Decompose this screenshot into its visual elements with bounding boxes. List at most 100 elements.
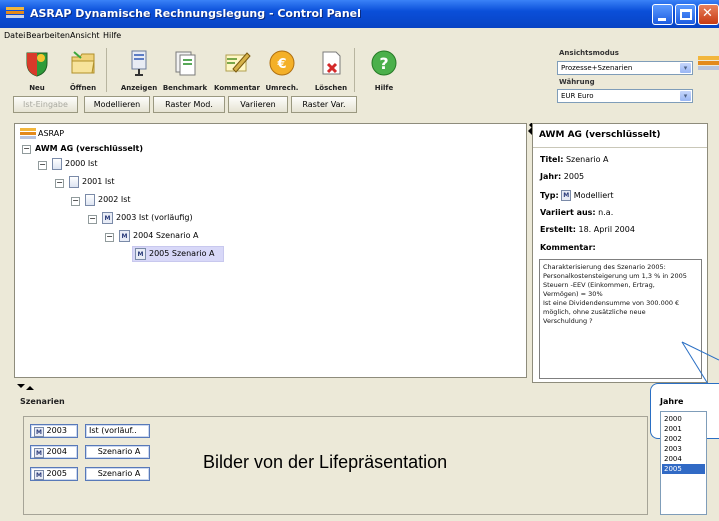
presentation-caption: Bilder von der Lifepräsentation — [203, 452, 448, 472]
close-icon: ✕ — [702, 6, 713, 21]
help-icon: ? — [371, 50, 397, 76]
open-folder-icon — [71, 51, 95, 74]
scenario-name-2003[interactable]: Ist (vorläuf.. — [85, 424, 150, 438]
title-bar: ASRAP Dynamische Rechnungslegung - Contr… — [0, 0, 719, 28]
tree-node-2001[interactable]: 2001 Ist — [82, 175, 115, 189]
collapse-icon[interactable]: − — [38, 161, 47, 170]
years-list-item[interactable]: 2000 — [662, 414, 705, 424]
menu-hilfe[interactable]: Hilfe — [103, 31, 121, 40]
minimize-icon — [658, 18, 666, 21]
years-list-item[interactable]: 2003 — [662, 444, 705, 454]
info-year-row: Jahr: 2005 — [540, 172, 584, 181]
scenario-year-2003[interactable]: M 2003 — [30, 424, 78, 438]
tree-node-2005[interactable]: 2005 Szenario A — [149, 247, 215, 261]
model-icon: M — [102, 212, 113, 224]
tree-company-node[interactable]: AWM AG (verschlüsselt) — [35, 142, 143, 156]
created-value: 18. April 2004 — [578, 225, 635, 234]
chevron-down-icon: ▾ — [680, 63, 691, 73]
maximize-button[interactable] — [675, 4, 696, 25]
currency-select[interactable]: EUR Euro ▾ — [557, 89, 693, 103]
type-label: Typ: — [540, 191, 559, 200]
years-list-item[interactable]: 2004 — [662, 454, 705, 464]
collapse-icon[interactable]: − — [88, 215, 97, 224]
tree-root[interactable]: ASRAP — [38, 127, 64, 141]
document-icon — [69, 176, 79, 188]
ist-eingabe-button[interactable]: Ist-Eingabe — [13, 96, 78, 113]
currency-value: EUR Euro — [561, 92, 594, 100]
model-icon: M — [135, 248, 146, 260]
delete-button[interactable]: Löschen — [315, 49, 347, 95]
years-list-item[interactable]: 2001 — [662, 424, 705, 434]
model-icon: M — [34, 448, 44, 458]
model-icon: M — [34, 427, 44, 437]
year-label: Jahr: — [540, 172, 562, 181]
scenario-year-2005[interactable]: M 2005 — [30, 467, 78, 481]
open-button[interactable]: Öffnen — [68, 49, 98, 95]
collapse-icon[interactable]: − — [22, 145, 31, 154]
info-varied-row: Variiert aus: n.a. — [540, 208, 613, 217]
varied-value: n.a. — [598, 208, 614, 217]
info-type-row: Typ: M Modelliert — [540, 190, 614, 201]
scenario-name-2005[interactable]: Szenario A — [85, 467, 150, 481]
menu-bearbeiten[interactable]: Bearbeiten — [26, 31, 70, 40]
scenario-name-2004[interactable]: Szenario A — [85, 445, 150, 459]
type-value: Modelliert — [573, 191, 614, 200]
tree-node-2000[interactable]: 2000 Ist — [65, 157, 98, 171]
menu-bar: Datei Bearbeiten Ansicht Hilfe — [0, 28, 719, 44]
info-comment-row: Kommentar: — [540, 243, 596, 252]
model-icon: M — [34, 470, 44, 480]
window-title: ASRAP Dynamische Rechnungslegung - Contr… — [30, 7, 361, 20]
collapse-icon[interactable]: − — [55, 179, 64, 188]
help-button[interactable]: ? Hilfe — [369, 49, 399, 95]
asrap-logo-icon — [20, 128, 36, 139]
view-mode-label: Ansichtsmodus — [559, 49, 619, 57]
year-value: 2005 — [563, 172, 585, 181]
scenario-year-label: 2003 — [46, 426, 67, 435]
convert-button[interactable]: € Umrech. — [266, 49, 298, 95]
variieren-button[interactable]: Variieren — [228, 96, 288, 113]
horizontal-splitter[interactable] — [14, 383, 708, 391]
scenario-year-2004[interactable]: M 2004 — [30, 445, 78, 459]
menu-datei[interactable]: Datei — [4, 31, 25, 40]
scenario-year-label: 2004 — [46, 447, 67, 456]
years-title: Jahre — [660, 397, 684, 406]
collapse-icon[interactable]: − — [71, 197, 80, 206]
info-title-row: Titel: Szenario A — [540, 155, 609, 164]
years-list-item-selected[interactable]: 2005 — [662, 464, 705, 474]
scenario-year-label: 2005 — [46, 469, 67, 478]
years-list-item[interactable]: 2002 — [662, 434, 705, 444]
raster-mod-button[interactable]: Raster Mod. — [153, 96, 225, 113]
delete-icon — [322, 51, 341, 75]
minimize-button[interactable] — [652, 4, 673, 25]
collapse-icon[interactable]: − — [105, 233, 114, 242]
callout-pointer — [681, 341, 719, 385]
tree-node-2004[interactable]: 2004 Szenario A — [133, 229, 199, 243]
toolbar: Neu Öffnen Anzeigen Benchmark Kommentar … — [0, 44, 719, 120]
menu-ansicht[interactable]: Ansicht — [70, 31, 100, 40]
view-mode-value: Prozesse+Szenarien — [561, 64, 633, 72]
application-window: ASRAP Dynamische Rechnungslegung - Contr… — [0, 0, 719, 521]
view-mode-select[interactable]: Prozesse+Szenarien ▾ — [557, 61, 693, 75]
raster-var-button[interactable]: Raster Var. — [291, 96, 357, 113]
tree-node-2003[interactable]: 2003 Ist (vorläufig) — [116, 211, 193, 225]
model-icon: M — [119, 230, 130, 242]
benchmark-button[interactable]: Benchmark — [163, 49, 207, 95]
comment-textarea[interactable]: Charakterisierung des Szenario 2005: Per… — [539, 259, 702, 379]
svg-text:€: € — [276, 57, 286, 72]
document-icon — [52, 158, 62, 170]
info-header: AWM AG (verschlüsselt) — [533, 124, 707, 148]
document-icon — [85, 194, 95, 206]
app-logo-icon — [6, 7, 24, 18]
created-label: Erstellt: — [540, 225, 576, 234]
varied-label: Variiert aus: — [540, 208, 596, 217]
tree-node-2002[interactable]: 2002 Ist — [98, 193, 131, 207]
scenarios-title: Szenarien — [20, 397, 65, 406]
svg-text:?: ? — [379, 54, 388, 73]
years-list[interactable]: 2000 2001 2002 2003 2004 2005 — [660, 411, 707, 515]
comment-label: Kommentar: — [540, 243, 596, 252]
display-icon — [131, 50, 147, 76]
title-label: Titel: — [540, 155, 564, 164]
info-created-row: Erstellt: 18. April 2004 — [540, 225, 635, 234]
modellieren-button[interactable]: Modellieren — [84, 96, 150, 113]
close-button[interactable]: ✕ — [698, 4, 719, 25]
